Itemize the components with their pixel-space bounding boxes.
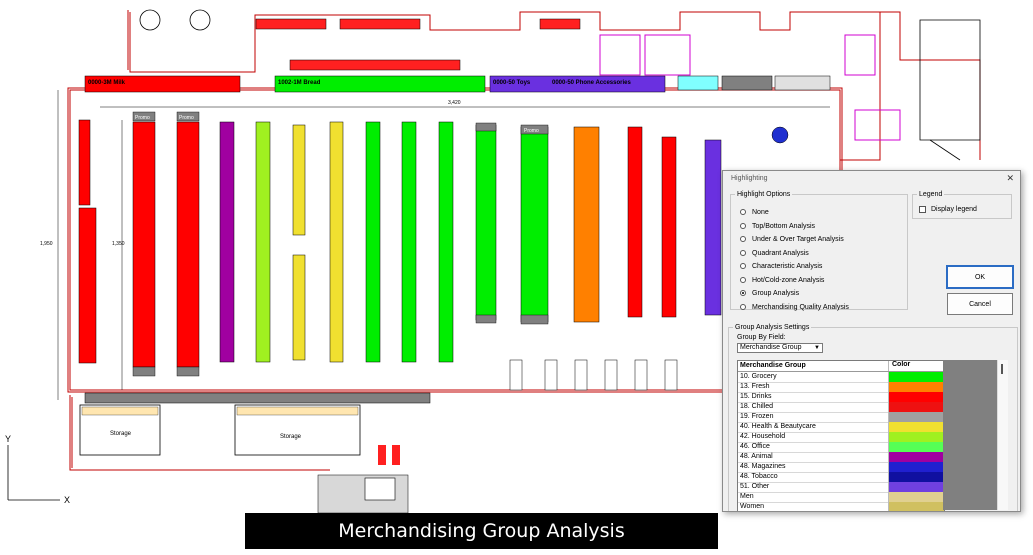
ok-button[interactable]: OK xyxy=(946,265,1014,289)
group-name-cell: 10. Grocery xyxy=(740,373,777,380)
group-name-cell: 48. Magazines xyxy=(740,463,786,470)
group-color-swatch[interactable] xyxy=(888,442,944,452)
group-color-swatch[interactable] xyxy=(888,372,944,382)
axis-x-label: X xyxy=(64,495,70,505)
legend-group-title: Legend xyxy=(919,191,943,198)
radio-group-analysis[interactable] xyxy=(740,290,746,296)
group-color-swatch[interactable] xyxy=(888,452,944,462)
dialog-title: Highlighting xyxy=(731,175,768,182)
option-quadrant[interactable]: Quadrant Analysis xyxy=(740,248,809,258)
chevron-down-icon[interactable]: ▼ xyxy=(814,344,820,352)
group-color-swatch[interactable] xyxy=(888,422,944,432)
dimension-left-outer: 1,950 xyxy=(40,241,53,247)
group-name-cell: Women xyxy=(740,503,764,510)
radio-top-bottom[interactable] xyxy=(740,223,746,229)
storage-label-left: Storage xyxy=(110,431,132,437)
option-merchandising-quality[interactable]: Merchandising Quality Analysis xyxy=(740,302,849,312)
group-name-cell: 46. Office xyxy=(740,443,770,450)
radio-merchandising-quality[interactable] xyxy=(740,304,746,310)
legend-group: Legend Display legend xyxy=(912,191,1012,219)
option-group-analysis[interactable]: Group Analysis xyxy=(740,288,799,298)
svg-text:Promo: Promo xyxy=(524,128,539,134)
option-top-bottom[interactable]: Top/Bottom Analysis xyxy=(740,221,815,231)
group-name-cell: 48. Animal xyxy=(740,453,773,460)
radio-characteristic[interactable] xyxy=(740,263,746,269)
group-by-label: Group By Field: xyxy=(737,334,786,341)
axis-y-label: Y xyxy=(5,434,11,444)
column-color: Color xyxy=(888,361,944,371)
group-by-select[interactable]: Merchandise Group ▼ xyxy=(737,343,823,353)
group-color-swatch[interactable] xyxy=(888,462,944,472)
label-phone-accessories: 0000-50 Phone Accessories xyxy=(552,80,631,86)
group-name-cell: 48. Tobacco xyxy=(740,473,778,480)
label-bread: 1002-1M Bread xyxy=(278,80,321,86)
option-characteristic[interactable]: Characteristic Analysis xyxy=(740,261,822,271)
option-under-over-target[interactable]: Under & Over Target Analysis xyxy=(740,234,844,244)
group-name-cell: 42. Household xyxy=(740,433,786,440)
group-name-cell: 13. Fresh xyxy=(740,383,770,390)
display-legend-option[interactable]: Display legend xyxy=(919,204,977,214)
svg-text:Promo: Promo xyxy=(135,115,150,121)
table-header: Merchandise Group Color xyxy=(738,361,944,372)
label-toys: 0000-50 Toys xyxy=(493,80,531,86)
group-name-cell: Men xyxy=(740,493,754,500)
storage-label-right: Storage xyxy=(280,434,302,440)
group-analysis-settings-legend: Group Analysis Settings xyxy=(735,324,810,331)
radio-none[interactable] xyxy=(740,209,746,215)
caption-banner: Merchandising Group Analysis xyxy=(245,513,718,549)
group-color-swatch[interactable] xyxy=(888,382,944,392)
group-by-value: Merchandise Group xyxy=(740,344,802,351)
radio-quadrant[interactable] xyxy=(740,250,746,256)
display-legend-checkbox[interactable] xyxy=(919,205,926,213)
group-color-swatch[interactable] xyxy=(888,472,944,482)
label-milk: 0000-3M Milk xyxy=(88,80,126,86)
svg-text:Promo: Promo xyxy=(179,115,194,121)
close-icon[interactable]: ✕ xyxy=(1006,173,1014,184)
group-color-swatch[interactable] xyxy=(888,482,944,492)
merchandise-group-table: Merchandise Group Color 10. Grocery 13. F… xyxy=(737,360,945,511)
option-hot-cold-zone[interactable]: Hot/Cold-zone Analysis xyxy=(740,275,824,285)
group-name-cell: 18. Chilled xyxy=(740,403,774,410)
group-color-swatch[interactable] xyxy=(888,492,944,502)
column-merchandise-group: Merchandise Group xyxy=(740,362,806,369)
dimension-left-inner: 1,350 xyxy=(112,241,125,247)
group-color-swatch[interactable] xyxy=(888,412,944,422)
table-row[interactable]: Women xyxy=(738,502,944,511)
table-empty-area xyxy=(943,360,997,510)
group-name-cell: 15. Drinks xyxy=(740,393,772,400)
group-name-cell: 19. Frozen xyxy=(740,413,774,420)
radio-under-over-target[interactable] xyxy=(740,236,746,242)
group-name-cell: 51. Other xyxy=(740,483,770,490)
highlight-options-group: Highlight Options None Top/Bottom Analys… xyxy=(730,191,908,312)
group-color-swatch[interactable] xyxy=(888,392,944,402)
highlight-options-legend: Highlight Options xyxy=(737,191,791,198)
group-color-swatch[interactable] xyxy=(888,432,944,442)
option-none[interactable]: None xyxy=(740,207,769,217)
radio-hot-cold-zone[interactable] xyxy=(740,277,746,283)
group-name-cell: 40. Health & Beautycare xyxy=(740,423,816,430)
scrollbar-thumb[interactable] xyxy=(1001,364,1003,374)
cancel-button[interactable]: Cancel xyxy=(947,293,1013,315)
group-color-swatch[interactable] xyxy=(888,402,944,412)
group-color-swatch[interactable] xyxy=(888,502,944,511)
dimension-top: 3,420 xyxy=(448,100,461,106)
highlighting-dialog: Highlighting ✕ Highlight Options None To… xyxy=(722,170,1021,512)
table-scrollbar[interactable] xyxy=(997,360,1008,510)
